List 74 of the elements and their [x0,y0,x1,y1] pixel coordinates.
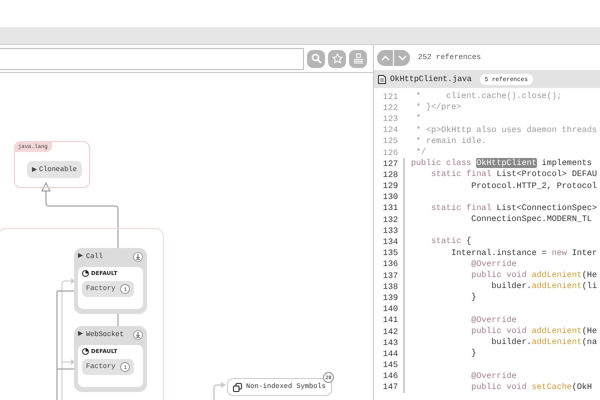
line-number: 134 [382,237,399,248]
line-number: 131 [382,203,399,214]
code-line: Protocol.HTTP_2, Protocol [470,180,597,192]
line-number: 124 [382,125,399,136]
code-line: builder.addLenient(na [490,337,597,348]
line-number: 125 [382,136,399,146]
code-line: * }</pre> [415,102,462,114]
line-number: 130 [382,192,399,202]
search-field[interactable] [0,48,304,70]
line-number: 139 [382,292,399,303]
line-number: 141 [382,315,399,326]
line-number: 133 [382,226,399,236]
code-line: * [415,113,422,125]
code-line: @Override [470,314,517,326]
line-number: 121 [382,92,399,102]
pie-icon [82,270,89,277]
expand-icon [32,167,37,172]
code-line: public void addLenient(He [470,326,597,338]
download-icon[interactable] [133,252,143,262]
code-line: builder.addLenient(li [490,281,597,292]
line-number: 142 [382,326,399,337]
expand-icon [78,331,83,336]
code-line: * <p>OkHttp also uses daemon threads [415,124,597,136]
line-number: 147 [382,382,399,392]
line-number: 144 [382,348,399,359]
code-line: Internal.instance = new Inter [450,248,597,259]
search-icon [310,53,322,64]
reference-arrow [64,278,75,284]
reference-arrow [62,359,75,365]
pie-icon [82,348,89,355]
reference-arrow [213,382,226,400]
code-line: static final List<Protocol> DEFAU [430,169,597,181]
copy-icon [233,382,242,392]
file-name[interactable]: OkHttpClient.java [390,74,472,84]
line-number: 145 [382,360,399,370]
chevron-up-icon [380,54,390,60]
code-line: } [470,348,476,360]
code-line: static final List<ConnectionSpec> [430,202,597,214]
code-line: public void addLenient(He [470,270,597,282]
stack-icon [352,53,364,64]
line-number: 137 [382,270,399,281]
code-line: static { [430,236,472,248]
bookmark-button[interactable] [328,50,346,68]
code-line: @Override [470,370,517,382]
line-number: 143 [382,338,399,348]
line-number: 126 [382,148,399,158]
line-number: 122 [382,102,399,113]
line-number: 140 [382,304,399,314]
code-line: } [470,292,476,304]
line-number: 123 [382,114,399,124]
next-button[interactable] [394,50,410,66]
line-number: 127 [382,158,399,169]
download-icon[interactable] [133,330,143,340]
file-icon [378,74,386,84]
search-button[interactable] [307,50,325,68]
code-line: * client.cache().close(); [415,91,562,102]
line-number: 135 [382,248,399,258]
star-icon [332,53,342,64]
line-number: 128 [382,170,399,180]
expand-icon [78,253,83,258]
code-line: */ [415,146,426,158]
code-line: public void setCache(OkH [470,382,592,394]
code-line: public class OkHttpClient implements [411,158,592,170]
line-number: 132 [382,214,399,225]
code-line: @Override [470,258,517,270]
code-line: * remain idle. [415,136,486,147]
export-button[interactable] [349,50,367,68]
line-number: 129 [382,181,399,192]
chevron-down-icon [398,54,406,60]
previous-button[interactable] [377,50,393,66]
line-number: 138 [382,282,399,292]
line-number: 136 [382,259,399,270]
line-number: 146 [382,371,399,382]
code-line: ConnectionSpec.MODERN_TL [470,214,592,226]
